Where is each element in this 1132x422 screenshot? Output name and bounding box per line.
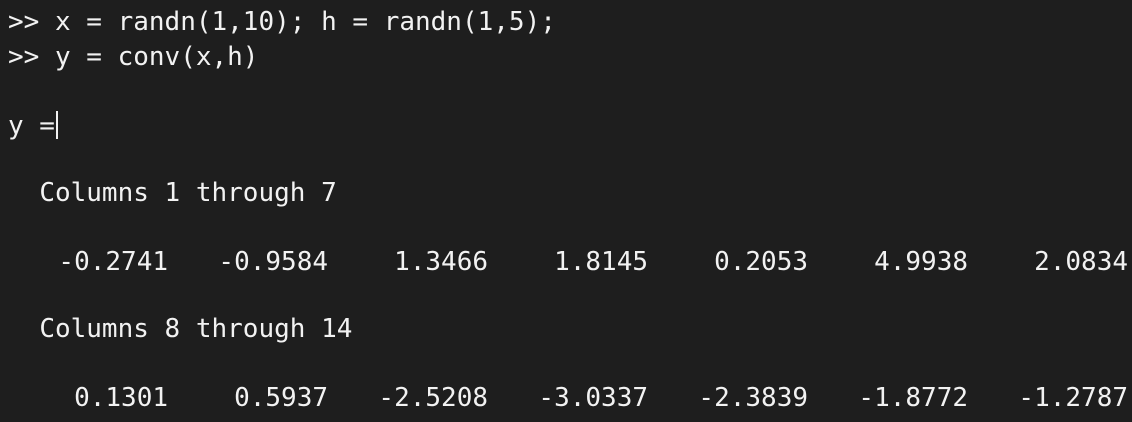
columns-header-1: Columns 1 through 7 <box>8 176 337 210</box>
prompt-symbol: >> <box>8 42 40 72</box>
text-cursor <box>55 110 58 139</box>
output-variable-line[interactable]: y = <box>8 109 58 143</box>
value-cell: -1.2787 <box>1018 383 1128 413</box>
value-cell: 0.1301 <box>74 383 168 413</box>
value-cell: 1.8145 <box>554 247 648 277</box>
value-cell: 0.5937 <box>234 383 328 413</box>
value-cell: -2.3839 <box>698 383 808 413</box>
values-row-2: 0.1301 0.5937 -2.5208 -3.0337 -2.3839 -1… <box>0 381 1132 415</box>
value-cell: -2.5208 <box>378 383 488 413</box>
columns-header-text: Columns 1 through 7 <box>39 178 337 208</box>
value-cell: -0.2741 <box>58 247 168 277</box>
command-line-2: >> y = conv(x,h) <box>8 40 258 74</box>
command-text: y = conv(x,h) <box>54 42 259 72</box>
prompt-symbol: >> <box>8 7 40 37</box>
matlab-command-window[interactable]: >> x = randn(1,10); h = randn(1,5); >> y… <box>0 0 1132 422</box>
value-cell: 0.2053 <box>714 247 808 277</box>
output-variable-label: y = <box>8 111 55 141</box>
columns-header-text: Columns 8 through 14 <box>39 314 353 344</box>
value-cell: -0.9584 <box>218 247 328 277</box>
value-cell: 4.9938 <box>874 247 968 277</box>
value-cell: 2.0834 <box>1034 247 1128 277</box>
value-cell: -3.0337 <box>538 383 648 413</box>
command-line-1: >> x = randn(1,10); h = randn(1,5); <box>8 5 556 39</box>
command-text: x = randn(1,10); h = randn(1,5); <box>54 7 556 37</box>
columns-header-2: Columns 8 through 14 <box>8 312 352 346</box>
value-cell: 1.3466 <box>394 247 488 277</box>
values-row-1: -0.2741 -0.9584 1.3466 1.8145 0.2053 4.9… <box>0 245 1132 279</box>
value-cell: -1.8772 <box>858 383 968 413</box>
